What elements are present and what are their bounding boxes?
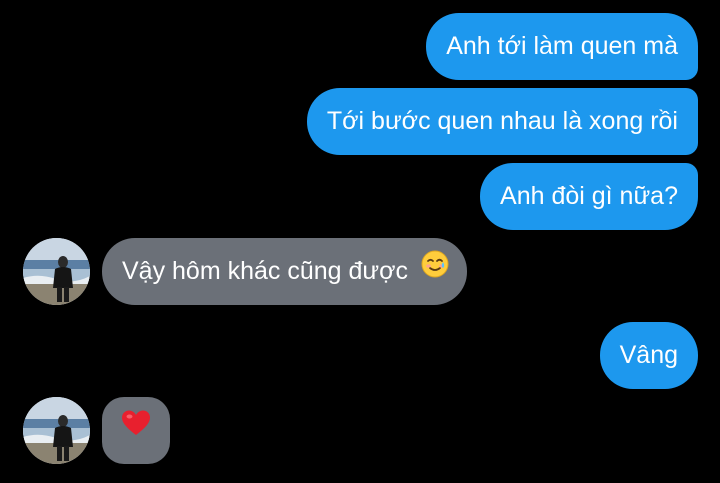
message-text: Anh đòi gì nữa? bbox=[500, 182, 678, 210]
incoming-message-bubble[interactable] bbox=[102, 397, 170, 464]
avatar-photo-icon bbox=[23, 397, 90, 464]
outgoing-message-bubble[interactable]: Anh tới làm quen mà bbox=[426, 13, 698, 80]
outgoing-message-bubble[interactable]: Vâng bbox=[599, 322, 698, 389]
outgoing-message-bubble[interactable]: Tới bước quen nhau là xong rồi bbox=[306, 88, 698, 155]
avatar-photo-icon bbox=[23, 238, 90, 305]
red-heart-icon bbox=[121, 396, 151, 463]
message-text: Vậy hôm khác cũng được bbox=[122, 257, 409, 285]
incoming-message-bubble[interactable]: Vậy hôm khác cũng được bbox=[102, 237, 468, 305]
message-text: Tới bước quen nhau là xong rồi bbox=[326, 107, 678, 135]
outgoing-message-bubble[interactable]: Anh đòi gì nữa? bbox=[480, 163, 698, 230]
smiling-face-with-tear-icon bbox=[421, 237, 449, 304]
message-text: Anh tới làm quen mà bbox=[446, 32, 678, 60]
contact-avatar[interactable] bbox=[23, 238, 90, 305]
message-text: Vâng bbox=[619, 341, 678, 369]
contact-avatar[interactable] bbox=[23, 397, 90, 464]
